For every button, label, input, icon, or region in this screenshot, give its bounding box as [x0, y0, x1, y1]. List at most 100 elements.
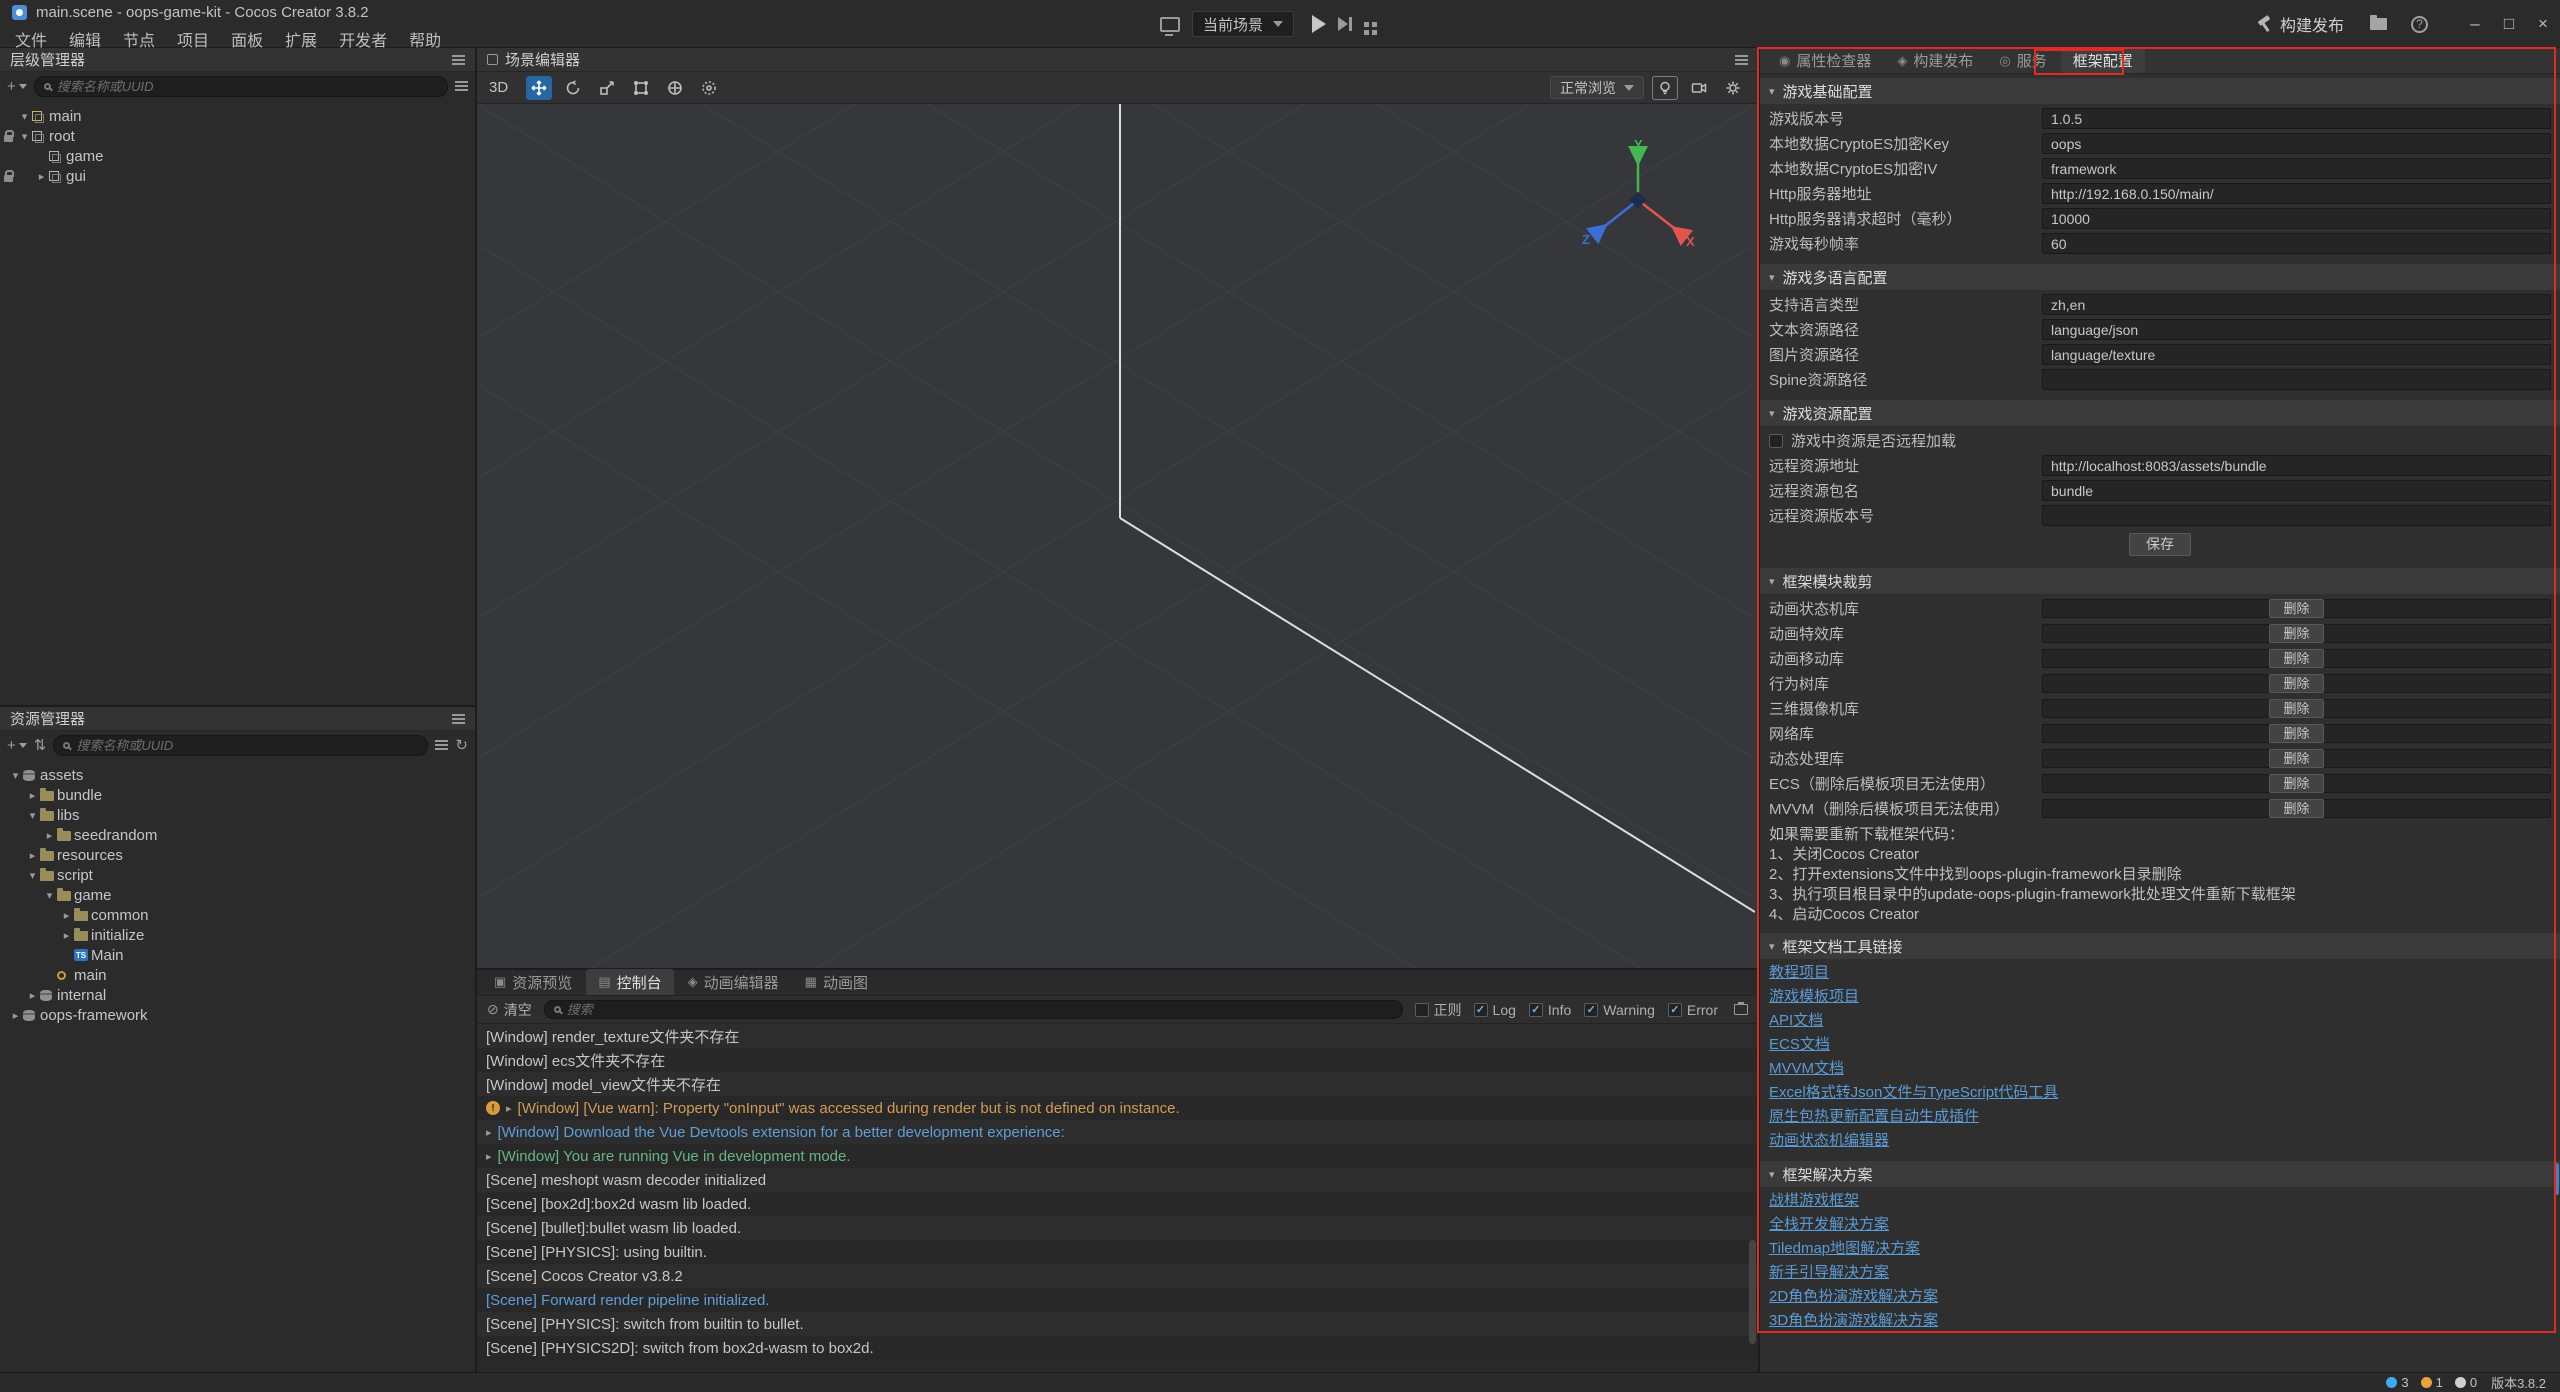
log-row[interactable]: [Window] model_view文件夹不存在	[477, 1072, 1758, 1096]
sort-assets-icon[interactable]: ⇅	[34, 736, 47, 754]
log-row[interactable]: [Window] Download the Vue Devtools exten…	[477, 1120, 1758, 1144]
checkbox-icon[interactable]	[1584, 1003, 1598, 1017]
menu-item[interactable]: 项目	[166, 25, 220, 53]
assets-menu-icon[interactable]	[452, 718, 465, 720]
status-count[interactable]: 0	[2455, 1375, 2477, 1390]
doc-link[interactable]: 教程项目	[1769, 961, 2560, 985]
property-input[interactable]	[2042, 480, 2551, 501]
expand-chevron-icon[interactable]	[25, 989, 40, 1002]
expand-chevron-icon[interactable]	[59, 909, 74, 922]
maximize-button[interactable]: □	[2492, 0, 2526, 48]
scale-tool-button[interactable]	[594, 76, 620, 100]
asset-tree-row[interactable]: bundle	[0, 785, 475, 805]
hierarchy-tree-row[interactable]: root	[0, 126, 475, 146]
doc-link[interactable]: MVVM文档	[1769, 1057, 2560, 1081]
log-row[interactable]: [Window] ecs文件夹不存在	[477, 1048, 1758, 1072]
asset-tree-row[interactable]: Main	[0, 945, 475, 965]
expand-chevron-icon[interactable]	[34, 170, 49, 183]
preview-device-icon[interactable]	[1160, 17, 1180, 32]
hierarchy-menu-icon[interactable]	[452, 59, 465, 61]
bottom-tab[interactable]: ▦ 动画图	[793, 969, 880, 995]
asset-tree-row[interactable]: resources	[0, 845, 475, 865]
scene-viewport[interactable]: Y X Z	[477, 104, 1758, 968]
asset-tree-row[interactable]: initialize	[0, 925, 475, 945]
property-input[interactable]	[2042, 505, 2551, 526]
expand-chevron-icon[interactable]	[25, 809, 40, 822]
expand-chevron-icon[interactable]	[25, 789, 40, 802]
remote-load-checkbox-row[interactable]: 游戏中资源是否远程加载	[1760, 428, 2560, 453]
help-icon[interactable]	[2411, 16, 2428, 33]
inspector-tab[interactable]: ◉ 属性检查器	[1767, 49, 1883, 73]
asset-tree-row[interactable]: libs	[0, 805, 475, 825]
hierarchy-search-input[interactable]	[57, 79, 438, 94]
dimension-toggle[interactable]: 3D	[489, 79, 508, 96]
log-row[interactable]: [Window] [Vue warn]: Property "onInput" …	[477, 1096, 1758, 1120]
log-row[interactable]: [Scene] [PHYSICS2D]: switch from box2d-w…	[477, 1336, 1758, 1360]
checkbox-icon[interactable]	[1668, 1003, 1682, 1017]
layout-grid-icon[interactable]	[1364, 22, 1369, 27]
delete-module-button[interactable]: 删除	[2269, 624, 2323, 643]
log-row[interactable]: [Scene] meshopt wasm decoder initialized	[477, 1168, 1758, 1192]
inspector-scrollbar[interactable]	[2554, 1163, 2559, 1195]
menu-item[interactable]: 节点	[112, 25, 166, 53]
solution-link[interactable]: 3D角色扮演游戏解决方案	[1769, 1309, 2560, 1333]
expand-chevron-icon[interactable]	[42, 889, 57, 902]
transform-gizmo-button[interactable]	[662, 76, 688, 100]
export-log-icon[interactable]	[1734, 1004, 1748, 1015]
console-scrollbar[interactable]	[1749, 1240, 1756, 1344]
clear-console-button[interactable]: ⊘ 清空	[487, 1000, 532, 1020]
delete-module-button[interactable]: 删除	[2269, 799, 2323, 818]
doc-link[interactable]: ECS文档	[1769, 1033, 2560, 1057]
delete-module-button[interactable]: 删除	[2269, 599, 2323, 618]
solution-link[interactable]: 全栈开发解决方案	[1769, 1213, 2560, 1237]
close-button[interactable]: ×	[2526, 0, 2560, 48]
bottom-tab[interactable]: ▣ 资源预览	[482, 969, 584, 995]
menu-item[interactable]: 扩展	[274, 25, 328, 53]
menu-item[interactable]: 文件	[4, 25, 58, 53]
bottom-tab[interactable]: ◈ 动画编辑器	[676, 969, 791, 995]
expand-chevron-icon[interactable]	[17, 130, 32, 143]
regex-toggle[interactable]: 正则	[1415, 1000, 1462, 1020]
inspector-tab[interactable]: ◈ 构建发布	[1885, 49, 1985, 73]
property-input[interactable]	[2042, 108, 2551, 129]
doc-link[interactable]: 游戏模板项目	[1769, 985, 2560, 1009]
asset-tree-row[interactable]: seedrandom	[0, 825, 475, 845]
assets-filter-icon[interactable]	[435, 744, 448, 746]
log-filter[interactable]: Info	[1529, 1002, 1571, 1018]
checkbox-icon[interactable]	[1529, 1003, 1543, 1017]
asset-tree-row[interactable]: internal	[0, 985, 475, 1005]
asset-tree-row[interactable]: game	[0, 885, 475, 905]
expand-chevron-icon[interactable]	[8, 1009, 23, 1022]
console-search-input[interactable]	[567, 1002, 1393, 1017]
property-input[interactable]	[2042, 208, 2551, 229]
lock-icon[interactable]	[4, 175, 13, 182]
log-expand-chevron-icon[interactable]	[506, 1102, 512, 1115]
section-header-lang[interactable]: 游戏多语言配置	[1760, 264, 2560, 290]
expand-chevron-icon[interactable]	[25, 849, 40, 862]
delete-module-button[interactable]: 删除	[2269, 699, 2323, 718]
asset-tree-row[interactable]: common	[0, 905, 475, 925]
solution-link[interactable]: 2D角色扮演游戏解决方案	[1769, 1285, 2560, 1309]
expand-chevron-icon[interactable]	[17, 110, 32, 123]
scene-light-toggle[interactable]	[1652, 76, 1678, 100]
remote-load-checkbox-icon[interactable]	[1769, 434, 1783, 448]
hierarchy-tree-row[interactable]: gui	[0, 166, 475, 186]
checkbox-icon[interactable]	[1474, 1003, 1488, 1017]
asset-tree-row[interactable]: oops-framework	[0, 1005, 475, 1025]
property-input[interactable]	[2042, 455, 2551, 476]
build-publish-button[interactable]: 构建发布	[2256, 12, 2344, 36]
asset-tree-row[interactable]: assets	[0, 765, 475, 785]
delete-module-button[interactable]: 删除	[2269, 774, 2323, 793]
move-tool-button[interactable]	[526, 76, 552, 100]
status-count[interactable]: 1	[2421, 1375, 2443, 1390]
section-header-docs[interactable]: 框架文档工具链接	[1760, 933, 2560, 959]
delete-module-button[interactable]: 删除	[2269, 649, 2323, 668]
hierarchy-tree-row[interactable]: game	[0, 146, 475, 166]
log-row[interactable]: [Scene] Forward render pipeline initiali…	[477, 1288, 1758, 1312]
section-header-modules[interactable]: 框架模块裁剪	[1760, 568, 2560, 594]
view-mode-select[interactable]: 正常浏览	[1550, 76, 1644, 99]
log-expand-chevron-icon[interactable]	[486, 1126, 492, 1139]
doc-link[interactable]: 原生包热更新配置自动生成插件	[1769, 1105, 2560, 1129]
hierarchy-filter-icon[interactable]	[455, 85, 468, 87]
log-row[interactable]: [Window] You are running Vue in developm…	[477, 1144, 1758, 1168]
